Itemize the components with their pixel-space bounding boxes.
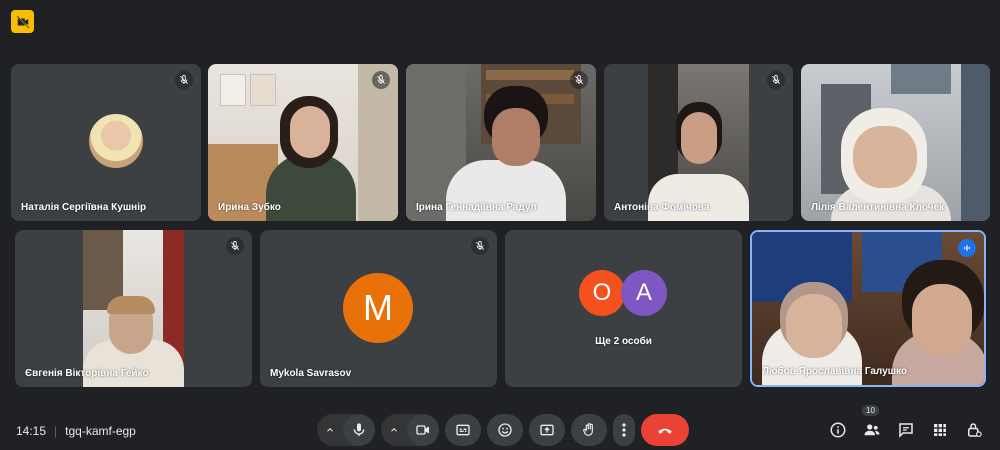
participant-name: Наталія Сергіївна Кушнір <box>21 202 147 213</box>
participant-name: Mykola Savrasov <box>270 368 352 379</box>
raise-hand-button[interactable] <box>571 414 607 446</box>
participant-tile-active[interactable]: Любов Ярославівна Галушко <box>750 230 986 387</box>
participant-name: Ірина Геннадіївна Радул <box>416 202 537 213</box>
participant-tile[interactable]: Ирина Зубко <box>208 64 398 221</box>
video-feed <box>752 232 984 385</box>
call-controls <box>317 414 689 446</box>
captions-icon <box>455 422 471 438</box>
video-feed <box>208 64 398 221</box>
meeting-details: 14:15 | tgq-kamf-egp <box>16 424 136 438</box>
mic-off-icon <box>372 71 390 89</box>
mic-button[interactable] <box>343 414 375 446</box>
people-button[interactable]: 10 <box>860 405 884 442</box>
video-feed <box>83 230 184 387</box>
more-options-icon <box>622 423 626 437</box>
chevron-up-icon[interactable] <box>317 414 343 446</box>
others-tile[interactable]: O A Ще 2 особи <box>505 230 742 387</box>
participant-name: Любов Ярославівна Галушко <box>762 366 908 377</box>
raise-hand-icon <box>581 422 597 438</box>
present-button[interactable] <box>529 414 565 446</box>
mic-off-icon <box>471 237 489 255</box>
participant-tile[interactable]: Євгенія Вікторівна Гейко <box>15 230 252 387</box>
participant-name: Євгенія Вікторівна Гейко <box>25 368 149 379</box>
camera-button[interactable] <box>407 414 439 446</box>
mic-off-icon <box>570 71 588 89</box>
camera-off-badge[interactable] <box>11 10 34 33</box>
participant-tile[interactable]: Лілія Валентинівна Клочек <box>801 64 990 221</box>
emoji-button[interactable] <box>487 414 523 446</box>
participant-tile[interactable]: Наталія Сергіївна Кушнір <box>11 64 201 221</box>
participant-tile[interactable]: Ірина Геннадіївна Радул <box>406 64 596 221</box>
meet-window: Наталія Сергіївна Кушнір Ирина Зубко Іри… <box>0 0 1000 450</box>
mic-control <box>317 414 375 446</box>
participant-tile[interactable]: M Mykola Savrasov <box>260 230 497 387</box>
mic-icon <box>351 422 367 438</box>
chat-button[interactable] <box>894 418 918 442</box>
avatar: A <box>621 270 667 316</box>
participant-tile[interactable]: Антоніна Фомічова <box>604 64 793 221</box>
activities-icon <box>932 422 948 438</box>
activities-button[interactable] <box>928 418 952 442</box>
video-feed <box>406 64 596 221</box>
more-options-button[interactable] <box>613 414 635 446</box>
participant-name: Ирина Зубко <box>218 202 281 213</box>
meeting-code[interactable]: tgq-kamf-egp <box>65 424 136 438</box>
mic-off-icon <box>767 71 785 89</box>
emoji-icon <box>497 422 513 438</box>
mic-off-icon <box>175 71 193 89</box>
camera-icon <box>415 422 431 438</box>
others-count-label: Ще 2 особи <box>595 336 652 347</box>
host-controls-button[interactable] <box>962 418 986 442</box>
camera-control <box>381 414 439 446</box>
captions-button[interactable] <box>445 414 481 446</box>
people-icon <box>863 421 881 439</box>
meeting-info-button[interactable] <box>826 418 850 442</box>
side-panel-controls: 10 <box>826 405 986 442</box>
video-feed <box>801 64 990 221</box>
avatar: O <box>579 270 625 316</box>
host-controls-icon <box>965 421 983 439</box>
info-icon <box>829 421 847 439</box>
chat-icon <box>897 421 915 439</box>
participant-name: Лілія Валентинівна Клочек <box>811 202 945 213</box>
chevron-up-icon[interactable] <box>381 414 407 446</box>
present-icon <box>539 422 555 438</box>
avatar: M <box>343 273 413 343</box>
audio-active-icon <box>958 239 976 257</box>
camera-off-icon <box>16 15 30 29</box>
hangup-icon <box>656 421 674 439</box>
participant-name: Антоніна Фомічова <box>614 202 710 213</box>
leave-call-button[interactable] <box>641 414 689 446</box>
divider: | <box>54 424 58 438</box>
clock: 14:15 <box>16 424 47 438</box>
video-feed <box>648 64 749 221</box>
avatar <box>89 114 143 168</box>
participant-count-badge: 10 <box>862 405 879 416</box>
mic-off-icon <box>226 237 244 255</box>
